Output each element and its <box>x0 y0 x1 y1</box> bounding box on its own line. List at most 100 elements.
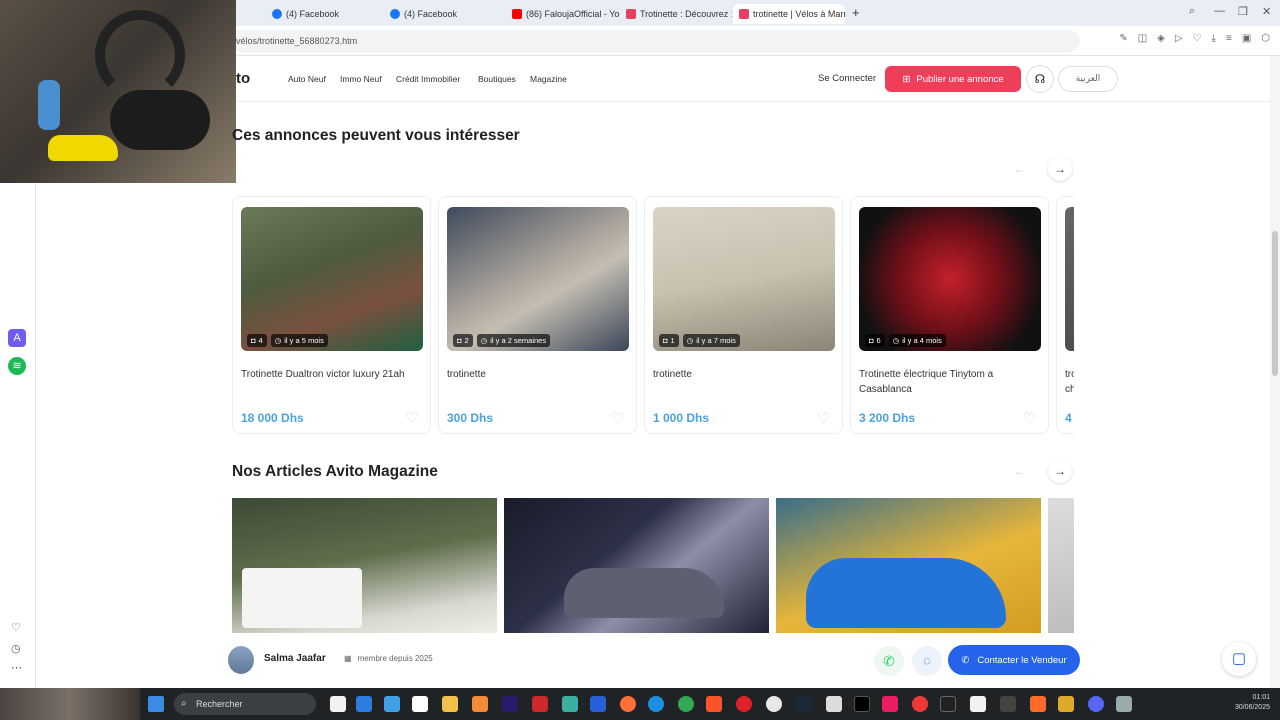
app-icon[interactable] <box>472 696 488 712</box>
nav-credit-immobilier[interactable]: Crédit Immobilier <box>396 74 460 84</box>
ad-card[interactable]: ◘ 4 ◷ il y a 5 mois Trotinette Dualtron vi… <box>232 196 431 434</box>
page-scrollbar[interactable] <box>1270 56 1280 688</box>
vivaldi-icon[interactable] <box>912 696 928 712</box>
notepad-icon[interactable] <box>970 696 986 712</box>
extension-icon[interactable]: ⬡ <box>1261 33 1270 44</box>
ad-title[interactable]: Trotinette électrique Tinytom a Casablan… <box>859 367 1039 397</box>
ad-card[interactable]: ◘ 1 ◷ il y a 7 mois trotinette 1 000 Dhs ♡ <box>644 196 843 434</box>
app-icon[interactable] <box>1000 696 1016 712</box>
ad-title[interactable]: trotinette <box>447 367 627 382</box>
app-icon[interactable] <box>1116 696 1132 712</box>
ad-card[interactable]: ◘ 2 ◷ il y a 2 semaines trotinette 300 Dhs… <box>438 196 637 434</box>
ad-title[interactable]: tro ch <box>1065 367 1074 397</box>
help-chat-button[interactable]: ▢ <box>1222 642 1256 676</box>
more-icon[interactable]: ⋯ <box>11 661 22 674</box>
ad-card[interactable]: ◘ 6 ◷ il y a 4 mois Trotinette électrique … <box>850 196 1049 434</box>
article-card[interactable] <box>1048 498 1074 633</box>
favorite-heart-icon[interactable]: ♡ <box>1023 409 1036 427</box>
search-tabs-icon[interactable]: ⌕ <box>1189 5 1195 18</box>
magazine-prev-button[interactable]: ← <box>1008 459 1032 483</box>
taskbar-search[interactable]: ⌕ Rechercher <box>174 693 316 715</box>
url-field[interactable]: vélos/trotinette_56880273.htm <box>230 30 1080 52</box>
app-icon[interactable] <box>826 696 842 712</box>
login-link[interactable]: Se Connecter <box>818 73 876 84</box>
ad-photo[interactable] <box>1065 207 1074 351</box>
nav-boutiques[interactable]: Boutiques <box>478 74 516 84</box>
app-icon[interactable] <box>384 696 400 712</box>
browser-tab-trotinette-search[interactable]: Trotinette : Découvrez 12 <box>620 4 732 24</box>
site-logo[interactable]: to <box>236 70 250 87</box>
ad-title[interactable]: Trotinette Dualtron victor luxury 21ah <box>241 367 421 382</box>
seller-name[interactable]: Salma Jaafar <box>264 653 326 664</box>
premiere-icon[interactable] <box>502 696 518 712</box>
task-view-icon[interactable] <box>330 696 346 712</box>
shield-icon[interactable]: ◈ <box>1157 33 1165 44</box>
app-icon[interactable] <box>562 696 578 712</box>
scrollbar-thumb[interactable] <box>1272 231 1278 376</box>
app-icon[interactable] <box>1030 696 1046 712</box>
minimize-icon[interactable]: — <box>1214 5 1225 17</box>
tiktok-icon[interactable] <box>854 696 870 712</box>
list-icon[interactable]: ≡ <box>1226 33 1232 44</box>
ad-photo[interactable] <box>241 207 423 351</box>
favorite-heart-icon[interactable]: ♡ <box>405 409 418 427</box>
firefox-icon[interactable] <box>620 696 636 712</box>
close-icon[interactable]: ✕ <box>1262 5 1271 18</box>
camera-icon[interactable]: ◫ <box>1138 33 1147 44</box>
heart-icon[interactable]: ♡ <box>1193 33 1202 44</box>
spotify-icon[interactable]: ≋ <box>8 357 26 375</box>
favorite-heart-icon[interactable]: ♡ <box>611 409 624 427</box>
ad-photo[interactable] <box>447 207 629 351</box>
edge-icon[interactable] <box>648 696 664 712</box>
app-icon[interactable] <box>532 696 548 712</box>
article-card[interactable] <box>776 498 1041 633</box>
steam-icon[interactable] <box>796 696 812 712</box>
nav-auto-neuf[interactable]: Auto Neuf <box>288 74 326 84</box>
ad-card[interactable]: tro ch 4 <box>1056 196 1074 434</box>
article-card[interactable] <box>504 498 769 633</box>
history-icon[interactable]: ◷ <box>11 642 21 655</box>
publish-ad-button[interactable]: ⊞ Publier une annonce <box>885 66 1021 92</box>
app-icon[interactable] <box>590 696 606 712</box>
carousel-next-button[interactable]: → <box>1048 157 1072 181</box>
article-card[interactable] <box>232 498 497 633</box>
app-icon[interactable] <box>766 696 782 712</box>
support-button[interactable]: ☊ <box>1026 65 1054 93</box>
new-tab-button[interactable]: + <box>852 5 860 20</box>
chrome-icon[interactable] <box>678 696 694 712</box>
favorite-heart-icon[interactable]: ♡ <box>817 409 830 427</box>
aria-icon[interactable]: A <box>8 329 26 347</box>
browser-tab-trotinette-ad[interactable]: trotinette | Vélos à Marra <box>733 4 845 24</box>
browser-tab-facebook-1[interactable]: (4) Facebook <box>266 4 382 24</box>
browser-tab-facebook-2[interactable]: (4) Facebook <box>384 4 500 24</box>
wallet-icon[interactable]: ▣ <box>1242 33 1251 44</box>
app-icon[interactable] <box>412 696 428 712</box>
app-icon[interactable] <box>882 696 898 712</box>
browser-tab-youtube[interactable]: (86) FaloujaOfficial - YouT <box>506 4 620 24</box>
nav-magazine[interactable]: Magazine <box>530 74 567 84</box>
carousel-prev-button[interactable]: ← <box>1008 157 1032 181</box>
app-icon[interactable] <box>356 696 372 712</box>
ad-title[interactable]: trotinette <box>653 367 833 382</box>
avatar[interactable] <box>228 646 254 674</box>
chat-button[interactable]: ◌ <box>912 646 942 676</box>
whatsapp-button[interactable]: ✆ <box>874 646 904 676</box>
download-icon[interactable]: ⤓ <box>1212 33 1216 44</box>
start-icon[interactable] <box>148 696 164 712</box>
brave-icon[interactable] <box>706 696 722 712</box>
edit-icon[interactable]: ✎ <box>1119 33 1127 44</box>
system-clock[interactable]: 01:01 30/06/2025 <box>1222 693 1270 713</box>
maximize-icon[interactable]: ❐ <box>1238 5 1248 18</box>
play-icon[interactable]: ▷ <box>1175 33 1183 44</box>
magazine-next-button[interactable]: → <box>1048 459 1072 483</box>
opera-icon[interactable] <box>736 696 752 712</box>
ad-photo[interactable] <box>653 207 835 351</box>
app-icon[interactable] <box>1058 696 1074 712</box>
file-explorer-icon[interactable] <box>442 696 458 712</box>
nav-immo-neuf[interactable]: Immo Neuf <box>340 74 382 84</box>
terminal-icon[interactable] <box>940 696 956 712</box>
contact-seller-button[interactable]: ✆ Contacter le Vendeur <box>948 645 1080 675</box>
language-switch[interactable]: العربية <box>1058 66 1118 92</box>
discord-icon[interactable] <box>1088 696 1104 712</box>
heart-icon[interactable]: ♡ <box>11 621 21 634</box>
